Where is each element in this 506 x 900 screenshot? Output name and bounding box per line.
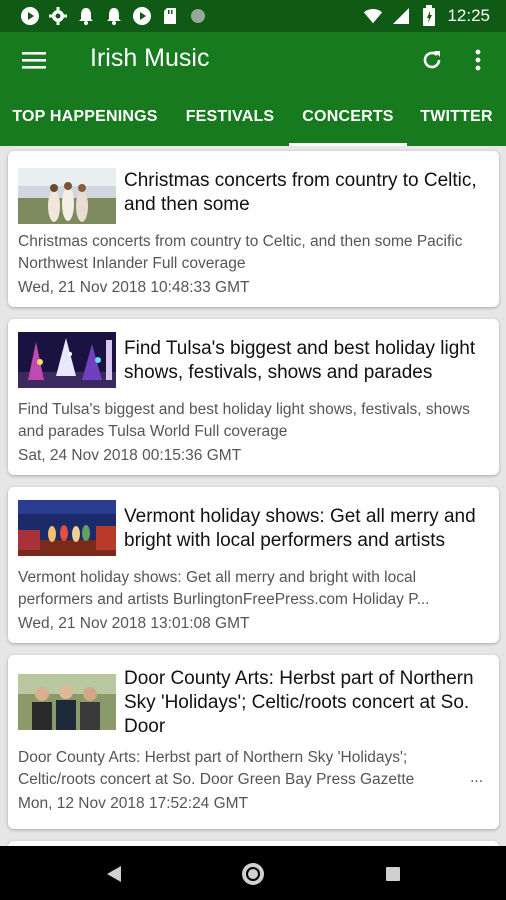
article-date: Wed, 21 Nov 2018 13:01:08 GMT bbox=[18, 615, 250, 632]
article-date: Mon, 12 Nov 2018 17:52:24 GMT bbox=[18, 795, 249, 812]
bell-icon bbox=[104, 6, 124, 26]
home-icon[interactable] bbox=[233, 854, 273, 894]
tab-bar: TOP HAPPENINGS FESTIVALS CONCERTS TWITTE… bbox=[0, 88, 506, 146]
wifi-icon bbox=[363, 6, 383, 26]
article-title[interactable]: Find Tulsa's biggest and best holiday li… bbox=[124, 337, 489, 385]
dot-icon bbox=[188, 6, 208, 26]
recents-icon[interactable] bbox=[373, 854, 413, 894]
app-bar: Irish Music bbox=[0, 32, 506, 88]
sd-card-icon bbox=[160, 6, 180, 26]
status-clock: 12:25 bbox=[447, 6, 490, 25]
article-date: Sat, 24 Nov 2018 00:15:36 GMT bbox=[18, 447, 242, 464]
battery-icon bbox=[419, 5, 439, 26]
play-circle-icon bbox=[20, 6, 40, 26]
article-card[interactable]: Door County Arts: Herbst part of Norther… bbox=[8, 655, 499, 829]
tab-top-happenings[interactable]: TOP HAPPENINGS bbox=[0, 88, 170, 146]
article-title[interactable]: Vermont holiday shows: Get all merry and… bbox=[124, 505, 489, 553]
article-description: Vermont holiday shows: Get all merry and… bbox=[18, 569, 430, 608]
article-thumbnail bbox=[18, 332, 116, 388]
tab-twitter[interactable]: TWITTER bbox=[407, 88, 506, 146]
app-title: Irish Music bbox=[90, 44, 210, 72]
article-list[interactable]: Christmas concerts from country to Celti… bbox=[0, 146, 506, 846]
article-title[interactable]: Christmas concerts from country to Celti… bbox=[124, 169, 489, 217]
status-bar: 12:25 bbox=[0, 0, 506, 32]
overflow-menu-icon[interactable] bbox=[462, 44, 494, 76]
article-description: Christmas concerts from country to Celti… bbox=[18, 233, 463, 272]
article-card[interactable]: Vermont holiday shows: Get all merry and… bbox=[8, 487, 499, 643]
more-ellipsis: ... bbox=[470, 769, 483, 786]
system-nav-bar bbox=[0, 846, 506, 900]
gear-icon bbox=[48, 6, 68, 26]
notification-icons bbox=[20, 6, 208, 26]
tab-concerts[interactable]: CONCERTS bbox=[289, 88, 407, 146]
menu-icon[interactable] bbox=[18, 44, 50, 76]
signal-icon bbox=[391, 6, 411, 26]
article-date: Wed, 21 Nov 2018 10:48:33 GMT bbox=[18, 279, 250, 296]
play-circle-icon bbox=[132, 6, 152, 26]
article-title[interactable]: Door County Arts: Herbst part of Norther… bbox=[124, 667, 489, 739]
article-description: Door County Arts: Herbst part of Norther… bbox=[18, 749, 415, 788]
bell-icon bbox=[76, 6, 96, 26]
refresh-icon[interactable] bbox=[416, 44, 448, 76]
system-status: 12:25 bbox=[363, 5, 490, 26]
article-description: Find Tulsa's biggest and best holiday li… bbox=[18, 401, 470, 440]
tab-festivals[interactable]: FESTIVALS bbox=[170, 88, 290, 146]
article-card[interactable]: Christmas concerts from country to Celti… bbox=[8, 151, 499, 307]
article-thumbnail bbox=[18, 500, 116, 556]
article-thumbnail bbox=[18, 168, 116, 224]
article-thumbnail bbox=[18, 674, 116, 730]
article-card[interactable]: Find Tulsa's biggest and best holiday li… bbox=[8, 319, 499, 475]
back-icon[interactable] bbox=[94, 854, 134, 894]
